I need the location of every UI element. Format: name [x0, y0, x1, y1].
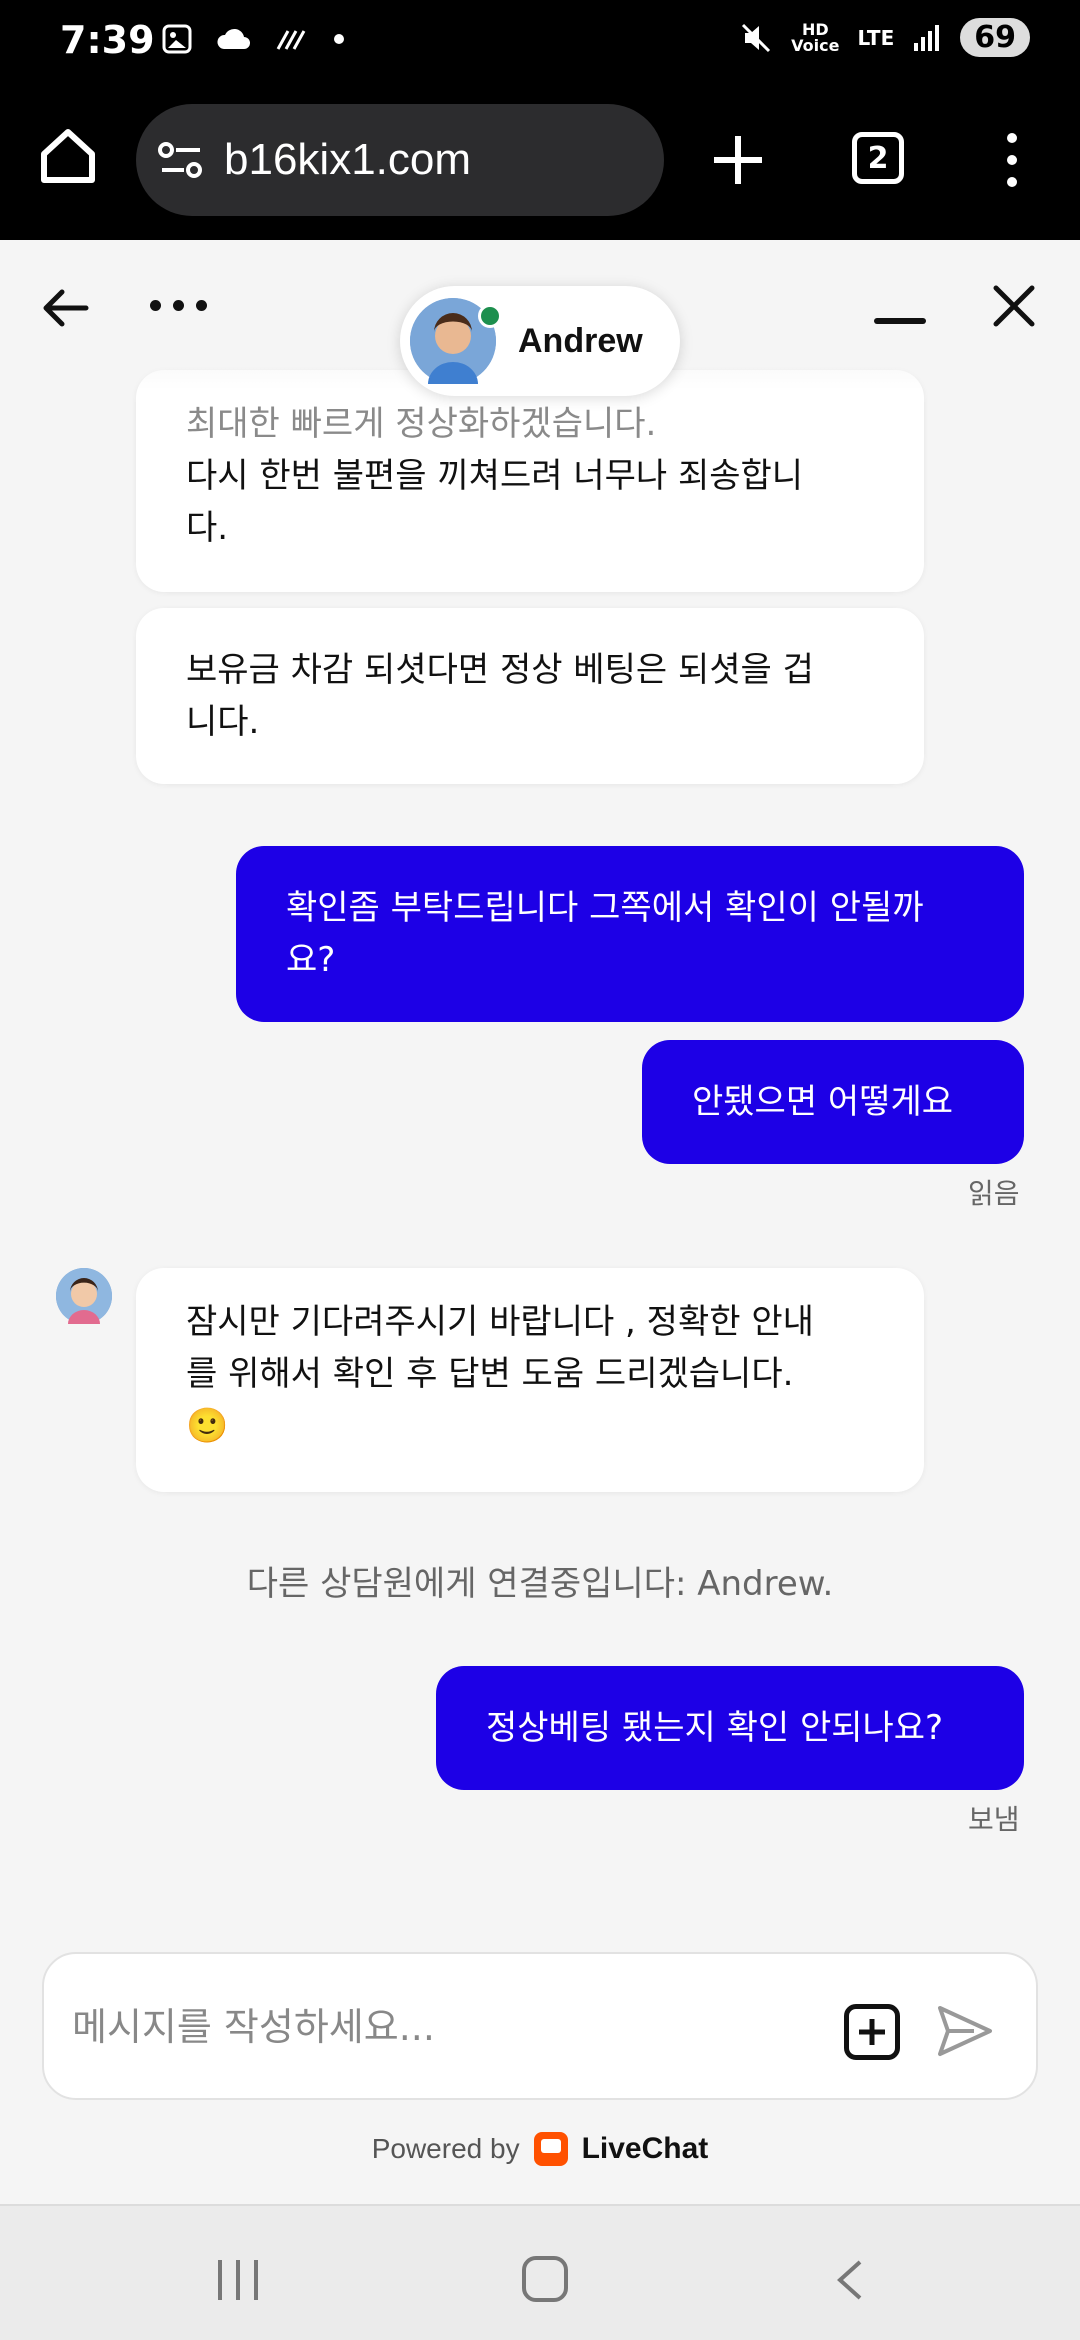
tab-count: 2	[867, 140, 889, 176]
message-line: 보유금 차감 되셧다면 정상 베팅은 되셧을 겁	[186, 650, 814, 690]
agent-message: 보유금 차감 되셧다면 정상 베팅은 되셧을 겁 니다.	[136, 608, 924, 784]
tab-switcher-button[interactable]: 2	[852, 132, 904, 184]
powered-by-label: Powered by	[371, 2133, 520, 2164]
message-line: 다시 한번 불편을 끼쳐드려 너무나 죄송합니	[186, 456, 804, 496]
agent-message: 최대한 빠르게 정상화하겠습니다. 다시 한번 불편을 끼쳐드려 너무나 죄송합…	[136, 370, 924, 592]
back-arrow-icon[interactable]	[40, 282, 92, 334]
cloud-icon	[217, 28, 250, 49]
user-message: 확인좀 부탁드립니다 그쪽에서 확인이 안될까 요?	[236, 846, 1024, 1022]
battery-level: 69	[960, 18, 1030, 57]
message-line: 잠시만 기다려주시기 바랍니다 , 정확한 안내	[186, 1302, 814, 1342]
home-nav-icon[interactable]	[522, 2256, 568, 2302]
status-system-icons: HD Voice LTE 69	[739, 18, 1030, 57]
message-line: 정상베팅 됐는지 확인 안되나요?	[486, 1708, 944, 1748]
minimize-icon[interactable]	[874, 318, 926, 324]
more-options-icon[interactable]	[1000, 132, 1024, 188]
chat-header: Andrew	[0, 240, 1080, 396]
close-icon[interactable]	[990, 282, 1038, 330]
message-input[interactable]	[72, 1994, 832, 2060]
livechat-brand: LiveChat	[581, 2132, 709, 2165]
read-receipt: 읽음	[968, 1177, 1020, 1210]
dot-icon	[334, 34, 344, 44]
address-bar[interactable]: b16kix1.com	[136, 104, 664, 216]
agent-avatar	[56, 1268, 112, 1324]
screenshot-icon	[162, 24, 192, 54]
powered-by[interactable]: Powered by LiveChat	[0, 2132, 1080, 2166]
voice-label: Voice	[791, 35, 840, 55]
data-saver-icon	[276, 30, 306, 50]
user-message: 안됐으면 어떻게요	[642, 1040, 1024, 1164]
signal-icon	[914, 24, 940, 51]
status-notification-icons	[160, 22, 346, 56]
system-message: 다른 상담원에게 연결중입니다: Andrew.	[246, 1564, 834, 1604]
message-line: 를 위해서 확인 후 답변 도움 드리겠습니다.	[186, 1354, 794, 1394]
status-bar: 7:39 HD Voice LTE 69	[0, 0, 1080, 84]
browser-toolbar: b16kix1.com 2	[0, 84, 1080, 240]
livechat-logo-icon	[533, 2132, 568, 2166]
agent-face-icon	[56, 1268, 112, 1324]
message-line: 확인좀 부탁드립니다 그쪽에서 확인이 안될까	[286, 888, 924, 928]
back-nav-icon[interactable]	[830, 2258, 870, 2302]
user-message: 정상베팅 됐는지 확인 안되나요?	[436, 1666, 1024, 1790]
agent-header-avatar	[410, 298, 502, 384]
agent-name: Andrew	[518, 321, 643, 360]
message-line: 안됐으면 어떻게요	[692, 1082, 954, 1122]
system-nav-bar	[0, 2204, 1080, 2340]
sent-receipt: 보냄	[968, 1803, 1020, 1836]
message-composer	[42, 1952, 1038, 2100]
attach-button[interactable]	[844, 2004, 900, 2060]
recents-icon[interactable]	[218, 2260, 258, 2300]
home-icon[interactable]	[36, 124, 100, 188]
url-text: b16kix1.com	[224, 135, 472, 184]
send-icon[interactable]	[934, 2000, 996, 2062]
message-line: 🙂	[186, 1406, 229, 1446]
site-settings-icon[interactable]	[158, 140, 204, 180]
message-line: 최대한 빠르게 정상화하겠습니다.	[186, 404, 657, 444]
message-line: 다.	[186, 508, 229, 548]
network-type: LTE	[857, 25, 895, 50]
message-line: 요?	[286, 940, 336, 980]
mute-icon	[742, 23, 771, 52]
agent-info: Andrew	[400, 286, 680, 396]
online-status-dot	[478, 304, 502, 328]
new-tab-icon[interactable]	[706, 128, 770, 192]
hd-voice-icon: HD Voice	[791, 21, 840, 55]
plus-icon	[859, 2019, 885, 2045]
status-time: 7:39	[60, 18, 155, 62]
agent-message: 잠시만 기다려주시기 바랍니다 , 정확한 안내 를 위해서 확인 후 답변 도…	[136, 1268, 924, 1492]
message-line: 니다.	[186, 702, 260, 742]
chat-menu-icon[interactable]	[150, 300, 207, 311]
